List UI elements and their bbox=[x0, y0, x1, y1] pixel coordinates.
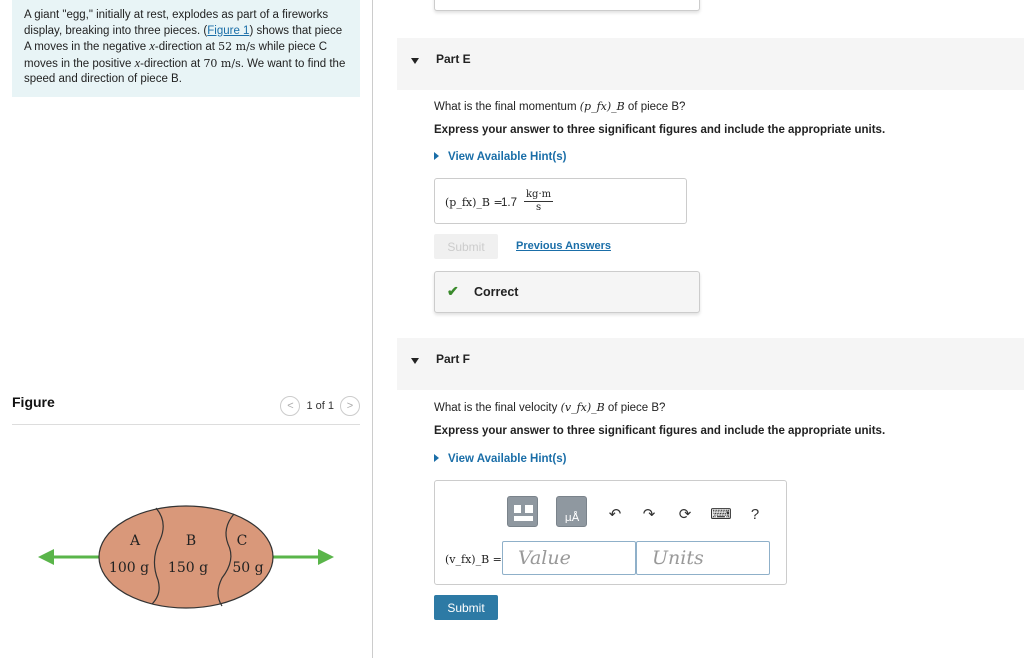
part-f-question: What is the final velocity (v_fx)_B of p… bbox=[434, 401, 665, 414]
answer-variable: (p_fx)_B = bbox=[445, 196, 503, 209]
problem-statement: A giant "egg," initially at rest, explod… bbox=[12, 0, 360, 97]
mass-b: 150 g bbox=[168, 560, 208, 576]
question-var: (p_fx)_B bbox=[579, 100, 625, 113]
column-divider bbox=[372, 0, 373, 658]
hint-label: View Available Hint(s) bbox=[448, 151, 567, 163]
part-e-hint-link[interactable]: View Available Hint(s) bbox=[434, 151, 566, 163]
part-e-question: What is the final momentum (p_fx)_B of p… bbox=[434, 100, 685, 113]
part-e-instruction: Express your answer to three significant… bbox=[434, 124, 886, 136]
answer-value: 1.7 bbox=[501, 197, 517, 209]
reset-icon[interactable]: ⟳ bbox=[675, 504, 695, 524]
part-f-instruction: Express your answer to three significant… bbox=[434, 425, 886, 437]
question-text: What is the final momentum bbox=[434, 101, 580, 113]
chevron-right-icon[interactable]: > bbox=[340, 396, 360, 416]
unit-numerator: kg·m bbox=[524, 189, 554, 202]
problem-text: -direction at bbox=[140, 57, 204, 70]
units-input[interactable] bbox=[636, 541, 770, 575]
answer-variable: (v_fx)_B = bbox=[445, 553, 502, 566]
caret-down-icon bbox=[411, 358, 419, 364]
mass-c: 50 g bbox=[232, 560, 263, 576]
part-f-label: Part F bbox=[436, 352, 471, 366]
feedback-text: Correct bbox=[474, 285, 519, 299]
egg-figure: A B C 100 g 150 g 50 g bbox=[38, 505, 334, 609]
speed-a: 52 m/s bbox=[218, 40, 256, 53]
caret-right-icon bbox=[434, 152, 439, 160]
chevron-left-icon[interactable]: < bbox=[280, 396, 301, 416]
previous-answers-link[interactable]: Previous Answers bbox=[516, 240, 611, 252]
mu-angstrom-icon: μÅ bbox=[565, 511, 580, 524]
part-e-submit-button: Submit bbox=[434, 234, 498, 259]
redo-icon[interactable]: ↷ bbox=[639, 504, 659, 524]
part-e-label: Part E bbox=[436, 52, 471, 66]
question-text: What is the final velocity bbox=[434, 402, 561, 414]
part-e-header[interactable]: Part E bbox=[397, 38, 1024, 90]
part-f-answer-editor: μÅ ↶ ↷ ⟳ ⌨ ? (v_fx)_B = bbox=[434, 480, 787, 585]
symbols-button[interactable]: μÅ bbox=[556, 496, 587, 527]
part-f-header[interactable]: Part F bbox=[397, 338, 1024, 390]
arrowhead-right bbox=[318, 549, 334, 565]
unit-denominator: s bbox=[535, 202, 542, 213]
mass-a: 100 g bbox=[109, 560, 149, 576]
question-text: of piece B? bbox=[624, 101, 686, 113]
keyboard-icon[interactable]: ⌨ bbox=[710, 504, 732, 524]
problem-text: -direction at bbox=[154, 41, 219, 53]
svg-text:μÅ: μÅ bbox=[565, 511, 580, 524]
figure-link[interactable]: Figure 1 bbox=[207, 25, 249, 37]
label-c: C bbox=[237, 533, 248, 549]
part-e-answer-display: (p_fx)_B = 1.7 kg·m s bbox=[434, 178, 687, 224]
answer-units: kg·m s bbox=[524, 189, 554, 214]
egg-body bbox=[98, 505, 274, 609]
label-b: B bbox=[186, 533, 196, 549]
part-e-feedback: ✔ Correct bbox=[434, 271, 700, 313]
templates-icon bbox=[514, 505, 533, 521]
templates-button[interactable] bbox=[507, 496, 538, 527]
question-var: (v_fx)_B bbox=[560, 401, 605, 414]
figure-header: Figure < 1 of 1 > bbox=[12, 392, 360, 425]
help-icon[interactable]: ? bbox=[745, 504, 765, 524]
part-f-hint-link[interactable]: View Available Hint(s) bbox=[434, 453, 566, 465]
part-f-submit-button[interactable]: Submit bbox=[434, 595, 498, 620]
figure-title: Figure bbox=[12, 394, 55, 410]
previous-part-box bbox=[434, 0, 700, 11]
figure-navigation: < 1 of 1 > bbox=[280, 396, 360, 416]
label-a: A bbox=[129, 533, 141, 549]
caret-down-icon bbox=[411, 58, 419, 64]
question-text: of piece B? bbox=[604, 402, 666, 414]
figure-counter: 1 of 1 bbox=[306, 400, 334, 412]
arrowhead-left bbox=[38, 549, 54, 565]
caret-right-icon bbox=[434, 454, 439, 462]
hint-label: View Available Hint(s) bbox=[448, 453, 567, 465]
speed-c: 70 m/s bbox=[203, 56, 241, 70]
undo-icon[interactable]: ↶ bbox=[605, 504, 625, 524]
checkmark-icon: ✔ bbox=[447, 283, 459, 299]
value-input[interactable] bbox=[502, 541, 636, 575]
